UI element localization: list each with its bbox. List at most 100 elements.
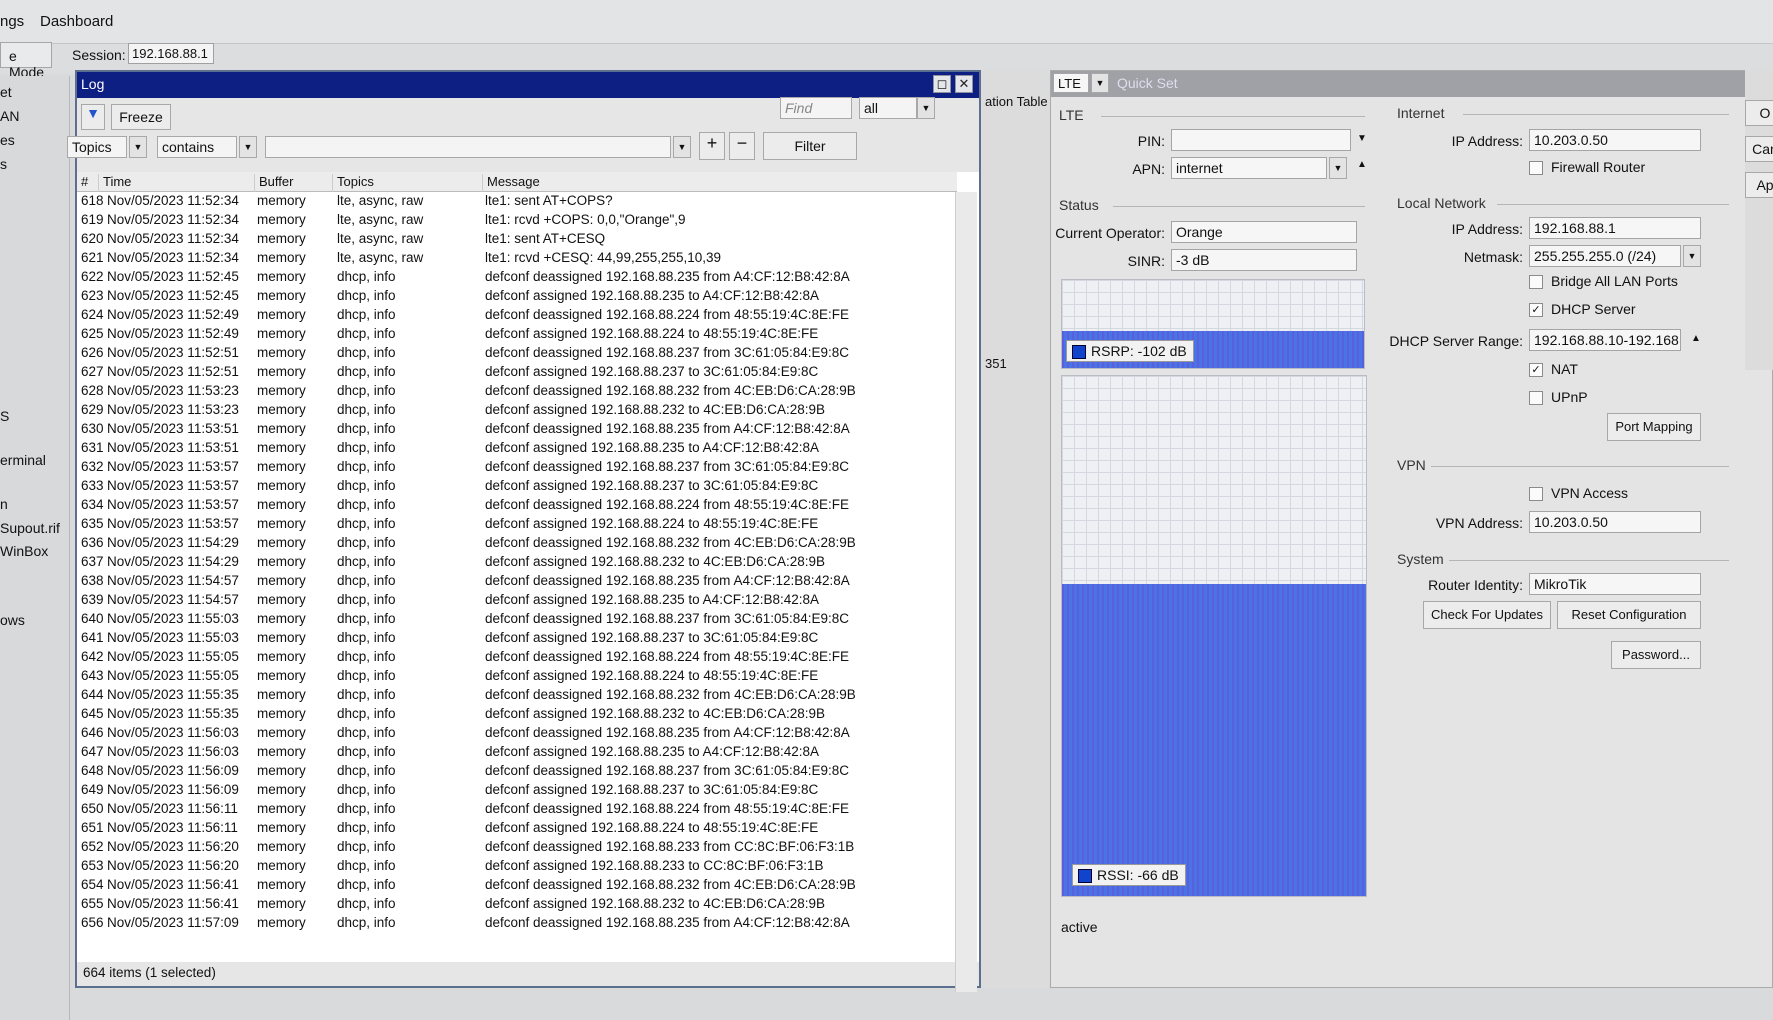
table-row[interactable]: 627 Nov/05/2023 11:52:51 memory dhcp, info d…: [77, 363, 957, 382]
sidebar-item[interactable]: s: [0, 156, 7, 172]
column-header-message[interactable]: Message: [483, 174, 957, 192]
firewall-checkbox[interactable]: [1529, 161, 1543, 175]
freeze-button[interactable]: Freeze: [111, 104, 171, 130]
mode-button[interactable]: e Mode: [0, 42, 52, 80]
table-row[interactable]: 649 Nov/05/2023 11:56:09 memory dhcp, info d…: [77, 781, 957, 800]
table-row[interactable]: 619 Nov/05/2023 11:52:34 memory lte, async,…: [77, 211, 957, 230]
maximize-icon[interactable]: ◻: [933, 75, 951, 93]
table-row[interactable]: 651 Nov/05/2023 11:56:11 memory dhcp, info d…: [77, 819, 957, 838]
table-row[interactable]: 637 Nov/05/2023 11:54:29 memory dhcp, info d…: [77, 553, 957, 572]
chevron-down-icon[interactable]: ▼: [129, 136, 147, 158]
apply-button[interactable]: Ap: [1745, 172, 1773, 198]
table-row[interactable]: 648 Nov/05/2023 11:56:09 memory dhcp, info d…: [77, 762, 957, 781]
table-row[interactable]: 643 Nov/05/2023 11:55:05 memory dhcp, info d…: [77, 667, 957, 686]
chevron-down-icon[interactable]: ▼: [673, 136, 691, 158]
apn-input[interactable]: internet: [1171, 157, 1327, 179]
table-row[interactable]: 625 Nov/05/2023 11:52:49 memory dhcp, info d…: [77, 325, 957, 344]
netmask-select[interactable]: 255.255.255.0 (/24): [1529, 245, 1681, 267]
filter-button[interactable]: Filter: [763, 132, 857, 160]
table-row[interactable]: 640 Nov/05/2023 11:55:03 memory dhcp, info d…: [77, 610, 957, 629]
table-row[interactable]: 635 Nov/05/2023 11:53:57 memory dhcp, info d…: [77, 515, 957, 534]
table-row[interactable]: 647 Nov/05/2023 11:56:03 memory dhcp, info d…: [77, 743, 957, 762]
chevron-down-icon[interactable]: ▼: [1683, 245, 1701, 267]
chevron-down-icon[interactable]: ▼: [1091, 73, 1109, 93]
table-row[interactable]: 650 Nov/05/2023 11:56:11 memory dhcp, info d…: [77, 800, 957, 819]
table-row[interactable]: 632 Nov/05/2023 11:53:57 memory dhcp, info d…: [77, 458, 957, 477]
bridge-checkbox[interactable]: [1529, 275, 1543, 289]
table-row[interactable]: 631 Nov/05/2023 11:53:51 memory dhcp, info d…: [77, 439, 957, 458]
table-row[interactable]: 642 Nov/05/2023 11:55:05 memory dhcp, info d…: [77, 648, 957, 667]
nat-checkbox[interactable]: ✓: [1529, 363, 1543, 377]
column-header-time[interactable]: Time: [99, 174, 255, 192]
table-row[interactable]: 641 Nov/05/2023 11:55:03 memory dhcp, info d…: [77, 629, 957, 648]
table-row[interactable]: 652 Nov/05/2023 11:56:20 memory dhcp, info d…: [77, 838, 957, 857]
sidebar-item[interactable]: es: [0, 132, 15, 148]
chevron-up-icon[interactable]: ▲: [1691, 333, 1701, 344]
table-row[interactable]: 656 Nov/05/2023 11:57:09 memory dhcp, info d…: [77, 914, 957, 933]
table-row[interactable]: 646 Nov/05/2023 11:56:03 memory dhcp, info d…: [77, 724, 957, 743]
internet-ip-input[interactable]: 10.203.0.50: [1529, 129, 1701, 151]
sidebar-item[interactable]: AN: [0, 108, 19, 124]
table-row[interactable]: 626 Nov/05/2023 11:52:51 memory dhcp, info d…: [77, 344, 957, 363]
session-field[interactable]: 192.168.88.1: [128, 43, 214, 64]
table-row[interactable]: 633 Nov/05/2023 11:53:57 memory dhcp, info d…: [77, 477, 957, 496]
local-ip-input[interactable]: 192.168.88.1: [1529, 217, 1701, 239]
table-row[interactable]: 653 Nov/05/2023 11:56:20 memory dhcp, info d…: [77, 857, 957, 876]
sidebar-item[interactable]: erminal: [0, 452, 46, 468]
table-row[interactable]: 655 Nov/05/2023 11:56:41 memory dhcp, info d…: [77, 895, 957, 914]
quickset-mode-select[interactable]: LTE: [1053, 73, 1089, 93]
column-header-num[interactable]: #: [81, 174, 99, 192]
log-scrollbar[interactable]: [955, 192, 977, 992]
column-header-buffer[interactable]: Buffer: [255, 174, 333, 192]
log-titlebar[interactable]: Log ◻ ✕: [77, 72, 979, 98]
upnp-checkbox[interactable]: [1529, 391, 1543, 405]
chevron-down-icon[interactable]: ▼: [917, 97, 935, 119]
table-row[interactable]: 624 Nov/05/2023 11:52:49 memory dhcp, info d…: [77, 306, 957, 325]
ok-button[interactable]: O: [1745, 100, 1773, 126]
pin-input[interactable]: [1171, 129, 1351, 151]
column-header-topics[interactable]: Topics: [333, 174, 483, 192]
background-tab[interactable]: ation Table: [985, 94, 1048, 109]
table-row[interactable]: 620 Nov/05/2023 11:52:34 memory lte, async,…: [77, 230, 957, 249]
cancel-button[interactable]: Can: [1745, 136, 1773, 162]
table-row[interactable]: 645 Nov/05/2023 11:55:35 memory dhcp, info d…: [77, 705, 957, 724]
sidebar-item[interactable]: S: [0, 408, 9, 424]
menu-settings[interactable]: ngs: [0, 13, 24, 30]
sidebar-item[interactable]: et: [0, 84, 12, 100]
remove-filter-button[interactable]: −: [729, 132, 755, 160]
table-row[interactable]: 630 Nov/05/2023 11:53:51 memory dhcp, info d…: [77, 420, 957, 439]
check-updates-button[interactable]: Check For Updates: [1423, 601, 1551, 629]
chevron-down-icon[interactable]: ▼: [1357, 133, 1367, 144]
filter-field-select[interactable]: Topics: [67, 136, 127, 158]
dhcp-range-input[interactable]: 192.168.88.10-192.168.: [1529, 329, 1681, 351]
chevron-down-icon[interactable]: ▼: [239, 136, 257, 158]
port-mapping-button[interactable]: Port Mapping: [1607, 413, 1701, 441]
chevron-down-icon[interactable]: ▼: [1329, 157, 1347, 179]
password-button[interactable]: Password...: [1611, 641, 1701, 669]
sidebar-item[interactable]: ows: [0, 612, 25, 628]
table-row[interactable]: 618 Nov/05/2023 11:52:34 memory lte, async,…: [77, 192, 957, 211]
quickset-titlebar[interactable]: LTE ▼ Quick Set: [1051, 71, 1773, 97]
table-row[interactable]: 623 Nov/05/2023 11:52:45 memory dhcp, info d…: [77, 287, 957, 306]
sidebar-item[interactable]: WinBox: [0, 543, 48, 559]
find-input[interactable]: Find: [780, 97, 852, 119]
table-row[interactable]: 622 Nov/05/2023 11:52:45 memory dhcp, info d…: [77, 268, 957, 287]
table-row[interactable]: 639 Nov/05/2023 11:54:57 memory dhcp, info d…: [77, 591, 957, 610]
sidebar-item[interactable]: Supout.rif: [0, 520, 60, 536]
table-row[interactable]: 634 Nov/05/2023 11:53:57 memory dhcp, info d…: [77, 496, 957, 515]
menu-dashboard[interactable]: Dashboard: [40, 13, 113, 30]
table-row[interactable]: 621 Nov/05/2023 11:52:34 memory lte, async,…: [77, 249, 957, 268]
dhcp-checkbox[interactable]: ✓: [1529, 303, 1543, 317]
add-filter-button[interactable]: +: [699, 132, 725, 160]
filter-value-input[interactable]: [265, 136, 671, 158]
table-row[interactable]: 638 Nov/05/2023 11:54:57 memory dhcp, info d…: [77, 572, 957, 591]
filter-icon[interactable]: ▼: [81, 104, 105, 130]
filter-op-select[interactable]: contains: [157, 136, 237, 158]
find-scope-select[interactable]: all: [859, 97, 917, 119]
reset-config-button[interactable]: Reset Configuration: [1557, 601, 1701, 629]
chevron-up-icon[interactable]: ▲: [1357, 159, 1367, 170]
vpn-access-checkbox[interactable]: [1529, 487, 1543, 501]
table-row[interactable]: 644 Nov/05/2023 11:55:35 memory dhcp, info d…: [77, 686, 957, 705]
close-icon[interactable]: ✕: [955, 75, 973, 93]
table-row[interactable]: 636 Nov/05/2023 11:54:29 memory dhcp, info d…: [77, 534, 957, 553]
